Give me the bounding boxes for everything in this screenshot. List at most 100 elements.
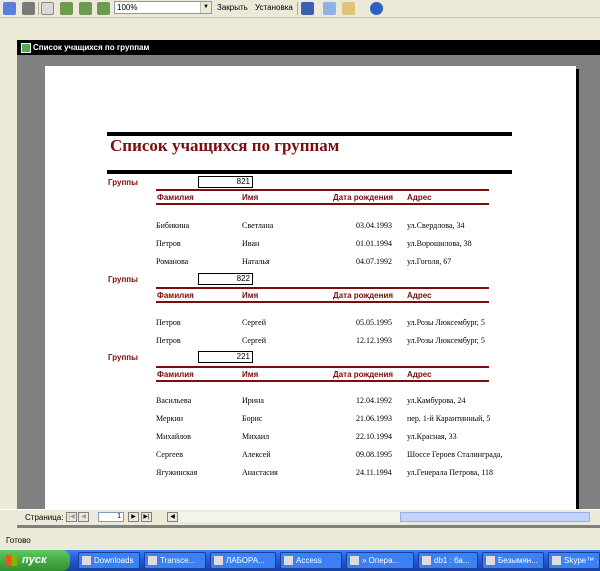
setup-button[interactable]: Установка <box>255 3 293 12</box>
status-text: Готово <box>6 536 31 545</box>
cell-birthdate: 04.07.1992 <box>356 257 392 266</box>
cell-name: Светлана <box>242 221 274 230</box>
cell-surname: Бибикина <box>156 221 190 230</box>
toolbar-separator <box>38 2 39 15</box>
skype-icon <box>552 556 561 565</box>
taskbar-item[interactable]: » Опера... <box>346 552 414 569</box>
cell-birthdate: 22.10.1994 <box>356 432 392 441</box>
office-links-icon[interactable] <box>301 2 314 15</box>
header-rule <box>156 301 489 303</box>
horizontal-scrollbar-track[interactable] <box>178 512 400 522</box>
database-icon <box>422 556 431 565</box>
column-header-birthdate: Дата рождения <box>333 370 394 379</box>
cell-address: ул.Красная, 33 <box>407 432 457 441</box>
previous-page-button[interactable]: ◀ <box>78 512 89 522</box>
report-title: Список учащихся по группам <box>110 136 340 155</box>
zoom-value: 100% <box>117 3 138 12</box>
cell-name: Ирина <box>242 396 264 405</box>
cell-name: Сергей <box>242 318 266 327</box>
print-icon[interactable] <box>22 2 35 15</box>
taskbar-item[interactable]: Безымян... <box>482 552 544 569</box>
next-page-button[interactable]: ▶ <box>128 512 139 522</box>
cell-surname: Сергеев <box>156 450 184 459</box>
group-label: Группы <box>108 275 138 284</box>
document-icon <box>214 556 223 565</box>
zoom-select[interactable]: 100% ▼ <box>114 1 212 14</box>
cell-surname: Петров <box>156 318 181 327</box>
report-window-titlebar[interactable]: Список учащихся по группам <box>17 40 600 55</box>
paint-icon <box>486 556 495 565</box>
access-icon <box>284 556 293 565</box>
column-header-birthdate: Дата рождения <box>333 193 394 202</box>
two-pages-icon[interactable] <box>79 2 92 15</box>
taskbar-item[interactable]: ЛАБОРА... <box>210 552 276 569</box>
title-rule-bottom <box>107 170 512 174</box>
group-number: 822 <box>198 273 253 285</box>
page-number-input[interactable]: 1 <box>98 512 124 522</box>
status-bar: Готово <box>0 534 600 548</box>
cell-name: Михаил <box>242 432 270 441</box>
cell-name: Сергей <box>242 336 266 345</box>
cell-name: Анастасия <box>242 468 278 477</box>
cell-surname: Меркин <box>156 414 184 423</box>
header-rule <box>156 366 489 368</box>
page-label: Страница: <box>25 513 64 522</box>
zoom-icon[interactable] <box>41 2 54 15</box>
cell-birthdate: 01.01.1994 <box>356 239 392 248</box>
horizontal-scrollbar-thumb[interactable] <box>400 512 590 522</box>
new-object-icon[interactable] <box>342 2 355 15</box>
database-window-icon[interactable] <box>323 2 336 15</box>
cell-surname: Петров <box>156 336 181 345</box>
windows-logo-icon <box>6 555 17 566</box>
header-rule <box>156 189 489 191</box>
toolbar-separator <box>297 2 298 15</box>
group-label: Группы <box>108 178 138 187</box>
report-icon <box>21 43 31 53</box>
last-page-button[interactable]: ▶| <box>141 512 152 522</box>
cell-name: Иван <box>242 239 260 248</box>
column-header-name: Имя <box>242 291 259 300</box>
column-header-surname: Фамилия <box>157 291 194 300</box>
column-header-name: Имя <box>242 370 259 379</box>
cell-birthdate: 12.04.1992 <box>356 396 392 405</box>
taskbar-item[interactable]: Transce... <box>144 552 206 569</box>
print-preview-toolbar: 100% ▼ Закрыть Установка <box>0 0 600 18</box>
taskbar-item[interactable]: db1 : ба... <box>418 552 478 569</box>
header-rule <box>156 287 489 289</box>
column-header-address: Адрес <box>407 291 432 300</box>
cell-address: Шоссе Героев Сталинграда, <box>407 450 503 459</box>
group-number: 821 <box>198 176 253 188</box>
chevron-down-icon[interactable]: ▼ <box>200 2 211 13</box>
app-icon <box>148 556 157 565</box>
help-icon[interactable] <box>370 2 383 15</box>
multiple-pages-icon[interactable] <box>97 2 110 15</box>
one-page-icon[interactable] <box>60 2 73 15</box>
cell-birthdate: 09.08.1995 <box>356 450 392 459</box>
cell-birthdate: 12.12.1993 <box>356 336 392 345</box>
taskbar-item[interactable]: Access <box>280 552 342 569</box>
cell-address: ул.Генерала Петрова, 118 <box>407 468 494 477</box>
taskbar-item[interactable]: Downloads <box>78 552 140 569</box>
column-header-name: Имя <box>242 193 259 202</box>
view-icon[interactable] <box>3 2 16 15</box>
start-button[interactable]: пуск <box>0 550 70 571</box>
folder-icon <box>82 556 91 565</box>
cell-address: ул.Ворошилова, 38 <box>407 239 472 248</box>
column-header-surname: Фамилия <box>157 193 194 202</box>
cell-surname: Романова <box>156 257 189 266</box>
cell-birthdate: 21.06.1993 <box>356 414 392 423</box>
start-label: пуск <box>22 554 47 566</box>
cell-address: ул.Камбурова, 24 <box>407 396 466 405</box>
cell-name: Наталья <box>242 257 270 266</box>
browser-icon <box>350 556 359 565</box>
record-navigation-bar: Страница: |◀ ◀ 1 ▶ ▶| ◀ <box>0 509 600 525</box>
cell-surname: Васильева <box>156 396 192 405</box>
taskbar-item[interactable]: Skype™ ... <box>548 552 600 569</box>
group-number: 221 <box>198 351 253 363</box>
cell-surname: Петров <box>156 239 181 248</box>
close-button[interactable]: Закрыть <box>217 3 248 12</box>
report-page: Список учащихся по группам Группы 821 Фа… <box>45 66 576 510</box>
first-page-button[interactable]: |◀ <box>66 512 77 522</box>
scroll-left-button[interactable]: ◀ <box>167 512 178 522</box>
window-title: Список учащихся по группам <box>33 43 150 52</box>
